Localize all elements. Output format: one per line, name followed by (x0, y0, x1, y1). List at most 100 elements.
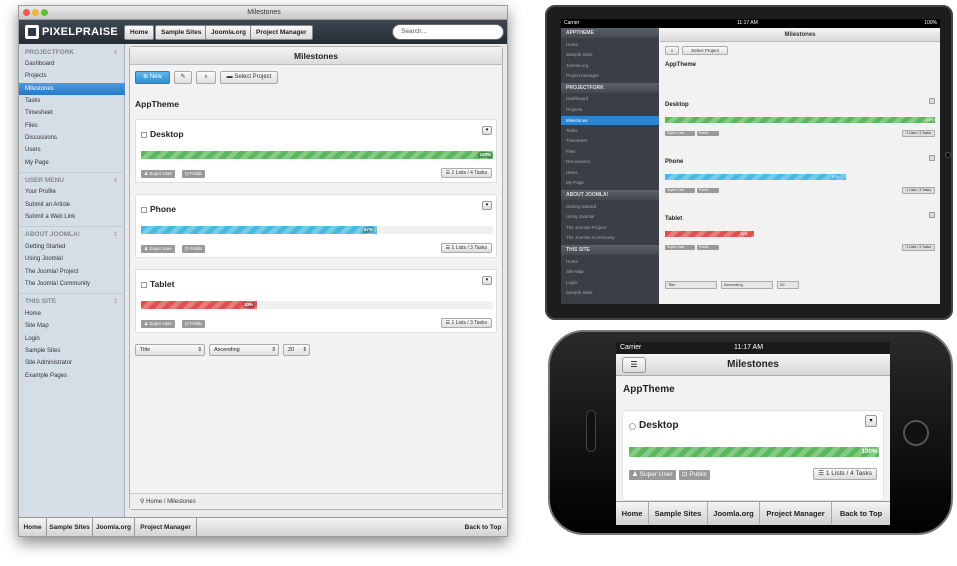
lists-button[interactable]: 1 Lists / 3 Tasks (902, 244, 935, 251)
sidebar-item-tasks[interactable]: Tasks (566, 128, 578, 133)
sidebar-item-timesheet[interactable]: Timesheet (19, 107, 125, 119)
back-to-top-button[interactable]: Back to Top (459, 518, 507, 536)
sidebar-item-sample-sites[interactable]: Sample Sites (566, 52, 593, 57)
sidebar-item-joomla-community[interactable]: The Joomla! Community (566, 235, 615, 240)
sort-order-select[interactable]: Ascending ⇕ (209, 344, 279, 356)
sidebar-item-site-map[interactable]: Site Map (19, 320, 125, 332)
zoom-window-icon[interactable] (41, 9, 48, 16)
limit-select[interactable]: 20 (777, 281, 799, 289)
sidebar-item-login[interactable]: Login (566, 280, 577, 285)
collapse-icon[interactable]: ⇕ (113, 298, 118, 305)
milestone-menu-button[interactable]: ▾ (482, 201, 492, 210)
footer-sample-sites-button[interactable]: Sample Sites (47, 518, 93, 536)
sidebar-item-sample-sites[interactable]: Sample Sites (566, 290, 593, 295)
sidebar-item-users[interactable]: Users (19, 144, 125, 156)
sidebar-item-my-page[interactable]: My Page (19, 157, 125, 169)
sidebar-item-timesheet[interactable]: Timesheet (566, 138, 587, 143)
sidebar-item-site-map[interactable]: Site Map (566, 269, 584, 274)
sidebar-item-my-page[interactable]: My Page (566, 180, 584, 185)
sidebar-item-login[interactable]: Login (19, 333, 125, 345)
milestone-title[interactable]: Phone (665, 159, 683, 165)
sidebar-item-projects[interactable]: Projects (566, 107, 582, 112)
nav-sample-sites-button[interactable]: Sample Sites (155, 25, 208, 40)
milestone-checkbox[interactable] (629, 423, 636, 430)
milestone-title[interactable]: Desktop (665, 102, 689, 108)
sidebar-item-joomla-project[interactable]: The Joomla! Project (566, 225, 606, 230)
footer-joomla-button[interactable]: Joomla.org (708, 502, 760, 525)
search-button[interactable]: ⌕ (196, 71, 216, 84)
sidebar-item-home[interactable]: Home (19, 308, 125, 320)
milestone-menu-button[interactable] (929, 98, 935, 104)
milestone-menu-button[interactable]: ▾ (482, 276, 492, 285)
sort-field-select[interactable]: Title ⇕ (135, 344, 205, 356)
sidebar-item-submit-article[interactable]: Submit an Article (19, 199, 125, 211)
footer-project-manager-button[interactable]: Project Manager (135, 518, 197, 536)
milestone-title[interactable]: Tablet (150, 279, 174, 289)
milestone-title[interactable]: Phone (150, 204, 176, 214)
sidebar-item-home[interactable]: Home (566, 259, 578, 264)
lists-button[interactable]: ☰ 1 Lists / 3 Tasks (440, 243, 492, 253)
sidebar-item-using-joomla[interactable]: Using Joomla! (19, 253, 125, 265)
select-project-button[interactable]: Select Project (682, 46, 728, 55)
sidebar-item-example-pages[interactable]: Example Pages (19, 370, 125, 382)
sidebar-item-joomla-project[interactable]: The Joomla! Project (19, 266, 125, 278)
sidebar-item-milestones[interactable]: Milestones (561, 116, 659, 125)
lists-button[interactable]: 1 Lists / 4 Tasks (902, 130, 935, 137)
collapse-icon[interactable]: ⇕ (113, 231, 118, 238)
collapse-icon[interactable]: ⇕ (113, 177, 118, 184)
milestone-menu-button[interactable] (929, 212, 935, 218)
milestone-checkbox[interactable] (141, 207, 147, 213)
nav-project-manager-button[interactable]: Project Manager (250, 25, 313, 40)
sidebar-item-discussions[interactable]: Discussions (566, 159, 590, 164)
close-window-icon[interactable] (23, 9, 30, 16)
sidebar-item-joomla[interactable]: Joomla.org (566, 63, 588, 68)
sidebar-item-joomla-community[interactable]: The Joomla! Community (19, 278, 125, 290)
lists-button[interactable]: 1 Lists / 3 Tasks (902, 187, 935, 194)
milestone-title[interactable]: Tablet (665, 216, 682, 222)
sidebar-item-site-administrator[interactable]: Site Administrator (19, 357, 125, 369)
sidebar-item-getting-started[interactable]: Getting Started (19, 241, 125, 253)
milestone-checkbox[interactable] (141, 132, 147, 138)
sort-order-select[interactable]: Ascending (721, 281, 773, 289)
sidebar-item-dashboard[interactable]: Dashboard (566, 96, 588, 101)
site-logo[interactable]: PIXELPRAISE (25, 25, 118, 39)
sidebar-item-projects[interactable]: Projects (19, 70, 125, 82)
footer-home-button[interactable]: Home (616, 502, 649, 525)
sidebar-item-files[interactable]: Files (566, 149, 576, 154)
menu-button[interactable]: ☰ (622, 357, 646, 373)
footer-home-button[interactable]: Home (19, 518, 47, 536)
milestone-menu-button[interactable] (929, 155, 935, 161)
sidebar-item-project-manager[interactable]: Project Manager (566, 73, 599, 78)
sidebar-item-discussions[interactable]: Discussions (19, 132, 125, 144)
sidebar-item-users[interactable]: Users (566, 170, 578, 175)
nav-joomla-button[interactable]: Joomla.org (205, 25, 253, 40)
breadcrumb-text[interactable]: Home / Milestones (146, 499, 196, 505)
lists-button[interactable]: ☰ 1 Lists / 4 Tasks (440, 168, 492, 178)
sidebar-item-milestones[interactable]: Milestones (19, 83, 125, 95)
milestone-checkbox[interactable] (141, 282, 147, 288)
milestone-menu-button[interactable]: ▾ (865, 415, 877, 427)
sidebar-item-getting-started[interactable]: Getting Started (566, 204, 596, 209)
milestone-title[interactable]: Desktop (639, 420, 678, 431)
sidebar-item-home[interactable]: Home (566, 42, 578, 47)
sidebar-item-sample-sites[interactable]: Sample Sites (19, 345, 125, 357)
sidebar-item-submit-web-link[interactable]: Submit a Web Link (19, 211, 125, 223)
search-input[interactable]: Search... (392, 24, 504, 40)
milestone-menu-button[interactable]: ▾ (482, 126, 492, 135)
back-to-top-button[interactable]: Back to Top (832, 502, 890, 525)
lists-button[interactable]: ☰ 1 Lists / 4 Tasks (813, 468, 877, 480)
sidebar-item-tasks[interactable]: Tasks (19, 95, 125, 107)
footer-project-manager-button[interactable]: Project Manager (760, 502, 832, 525)
footer-sample-sites-button[interactable]: Sample Sites (649, 502, 708, 525)
edit-button[interactable]: ✎ (174, 71, 192, 84)
sort-field-select[interactable]: Title (665, 281, 717, 289)
new-button[interactable]: ⊕ New (135, 71, 170, 84)
sidebar-item-your-profile[interactable]: Your Profile (19, 186, 125, 198)
collapse-icon[interactable]: ⇕ (113, 49, 118, 56)
sidebar-item-files[interactable]: Files (19, 120, 125, 132)
sidebar-item-using-joomla[interactable]: Using Joomla! (566, 214, 595, 219)
footer-joomla-button[interactable]: Joomla.org (93, 518, 135, 536)
lists-button[interactable]: ☰ 1 Lists / 3 Tasks (440, 318, 492, 328)
milestone-title[interactable]: Desktop (150, 129, 184, 139)
search-button[interactable]: ⌕ (665, 46, 679, 55)
